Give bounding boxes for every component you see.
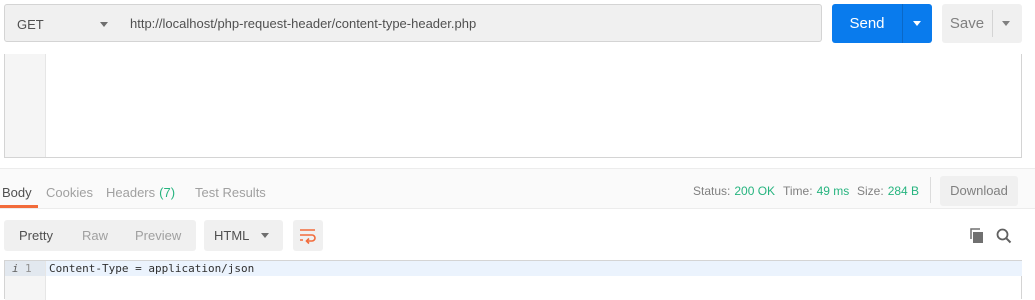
active-tab-indicator [0, 205, 38, 208]
chevron-down-icon [261, 233, 269, 238]
wrap-lines-button[interactable] [293, 220, 323, 251]
size-label: Size: [857, 184, 884, 198]
mode-raw[interactable]: Raw [82, 220, 108, 251]
url-field[interactable] [120, 4, 822, 42]
chevron-down-icon [100, 22, 108, 27]
save-options-button[interactable] [993, 4, 1022, 43]
save-button[interactable]: Save [942, 4, 1022, 43]
method-value: GET [17, 17, 44, 32]
headers-count-badge: (7) [159, 185, 176, 200]
response-line-text: Content-Type = application/json [49, 262, 255, 275]
send-options-button[interactable] [903, 4, 932, 43]
editor-gutter [5, 54, 46, 157]
url-input[interactable] [130, 5, 810, 41]
send-button[interactable]: Send [832, 4, 932, 43]
status-value: 200 OK [734, 184, 776, 198]
info-icon: i [12, 262, 19, 275]
status-label: Status: [693, 184, 731, 198]
search-icon[interactable] [995, 227, 1013, 245]
method-select[interactable]: GET [4, 4, 121, 42]
tab-headers-label: Headers [106, 185, 156, 200]
line-number: 1 [25, 262, 32, 275]
tab-headers[interactable]: Headers (7) [106, 185, 175, 200]
size-value: 284 B [887, 184, 920, 198]
mode-preview[interactable]: Preview [135, 220, 181, 251]
time-value: 49 ms [816, 184, 850, 198]
tab-test-results[interactable]: Test Results [195, 185, 266, 200]
request-body-editor[interactable] [4, 54, 1022, 158]
download-button[interactable]: Download [940, 176, 1018, 206]
mode-pretty[interactable]: Pretty [19, 220, 53, 251]
chevron-down-icon [1002, 21, 1010, 26]
status-readout: Status: 200 OK [693, 184, 775, 198]
chevron-down-icon [913, 21, 921, 26]
send-button-label: Send [849, 15, 885, 32]
save-button-label: Save [949, 15, 985, 32]
language-select[interactable]: HTML [204, 220, 283, 251]
response-body-editor[interactable]: i 1 Content-Type = application/json [4, 260, 1022, 300]
copy-icon[interactable] [969, 227, 987, 245]
tab-cookies-label: Cookies [46, 185, 93, 200]
size-readout: Size: 284 B [857, 184, 919, 198]
tab-test-results-label: Test Results [195, 185, 266, 200]
wrap-lines-icon [300, 229, 316, 245]
time-label: Time: [783, 184, 813, 198]
tab-body-label: Body [2, 185, 32, 200]
language-value: HTML [214, 228, 250, 243]
time-readout: Time: 49 ms [783, 184, 849, 198]
tab-body[interactable]: Body [2, 185, 32, 200]
response-tab-bar: Body Cookies Headers (7) Test Results Sta… [0, 168, 1035, 209]
meta-divider [930, 177, 931, 203]
format-mode-group: Pretty Raw Preview [4, 220, 196, 251]
tab-cookies[interactable]: Cookies [46, 185, 93, 200]
